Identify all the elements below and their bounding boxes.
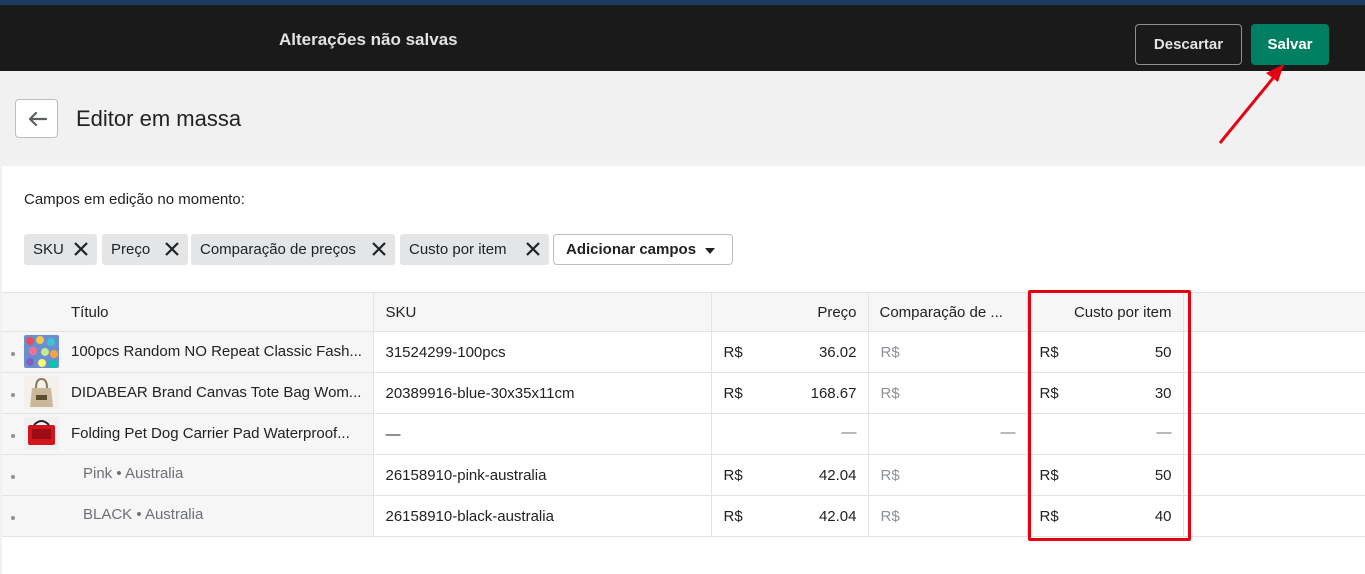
product-thumbnail [24,335,59,368]
variant-title-cell: BLACK • Australia [2,495,374,537]
column-header-sku: SKU [373,292,712,332]
compare-price-cell[interactable]: R$ [868,454,1028,496]
save-button[interactable]: Salvar [1251,24,1329,65]
product-title-cell: DIDABEAR Brand Canvas Tote Bag Wom... [2,372,374,414]
remove-field-icon[interactable] [371,241,387,257]
price-value: 36.02 [818,344,857,361]
unsaved-changes-bar: Alterações não salvas Descartar Salvar [0,0,1365,71]
compare-price-cell[interactable]: — [868,413,1028,455]
column-header-compare-price: Comparação de ... [868,292,1028,332]
page-title: Editor em massa [76,106,242,131]
back-button[interactable] [15,99,58,138]
field-tag-sku: SKU [24,234,97,265]
empty-value: — [841,424,857,441]
remove-field-icon[interactable] [164,241,180,257]
add-fields-label: Adicionar campos [566,241,697,258]
product-thumbnail [24,376,59,409]
currency-label: R$ [723,344,743,361]
price-cell[interactable]: R$ 168.67 [711,372,869,414]
unsaved-changes-title: Alterações não salvas [279,30,458,49]
product-title[interactable]: Folding Pet Dog Carrier Pad Waterproof..… [71,425,366,442]
field-tag-compare-price: Comparação de preços [191,234,395,265]
compare-price-cell[interactable]: R$ [868,372,1028,414]
price-cell[interactable]: R$ 42.04 [711,495,869,537]
product-title-cell: Folding Pet Dog Carrier Pad Waterproof..… [2,413,374,455]
cost-column-highlight [1028,290,1191,541]
currency-label: R$ [880,385,900,402]
product-title[interactable]: 100pcs Random NO Repeat Classic Fash... [71,343,366,360]
field-tag-label: Custo por item [409,241,507,258]
compare-price-cell[interactable]: R$ [868,495,1028,537]
caret-down-icon [705,248,715,254]
currency-label: R$ [723,508,743,525]
field-tag-label: Comparação de preços [200,241,356,258]
product-title-cell: 100pcs Random NO Repeat Classic Fash... [2,331,374,373]
discard-button[interactable]: Descartar [1135,24,1242,65]
currency-label: R$ [880,467,900,484]
price-value: 168.67 [810,385,857,402]
annotation-arrow-icon [1218,64,1284,144]
variant-title[interactable]: BLACK • Australia [83,506,203,523]
currency-label: R$ [880,344,900,361]
sku-cell[interactable]: — [373,413,712,455]
remove-field-icon[interactable] [525,241,541,257]
variant-title-cell: Pink • Australia [2,454,374,496]
field-tag-label: SKU [33,241,64,258]
sku-cell[interactable]: 26158910-black-australia [373,495,712,537]
price-cell[interactable]: R$ 42.04 [711,454,869,496]
currency-label: R$ [723,385,743,402]
compare-price-cell[interactable]: R$ [868,331,1028,373]
add-fields-dropdown[interactable]: Adicionar campos [553,234,733,265]
column-header-title: Título [2,292,374,332]
currency-label: R$ [880,508,900,525]
field-tag-cost: Custo por item [400,234,549,265]
sku-cell[interactable]: 31524299-100pcs [373,331,712,373]
currency-label: R$ [723,467,743,484]
product-title[interactable]: DIDABEAR Brand Canvas Tote Bag Wom... [71,384,366,401]
sku-cell[interactable]: 26158910-pink-australia [373,454,712,496]
field-tag-label: Preço [111,241,151,258]
price-value: 42.04 [818,467,857,484]
price-cell[interactable]: R$ 36.02 [711,331,869,373]
product-thumbnail [24,417,59,450]
remove-field-icon[interactable] [73,241,89,257]
price-value: 42.04 [818,508,857,525]
field-tag-price: Preço [102,234,188,265]
editing-fields-label: Campos em edição no momento: [24,191,245,208]
arrow-left-icon [28,111,47,126]
column-header-price: Preço [711,292,869,332]
price-cell[interactable]: — [711,413,869,455]
variant-title[interactable]: Pink • Australia [83,465,183,482]
sku-cell[interactable]: 20389916-blue-30x35x11cm [373,372,712,414]
empty-value: — [1000,424,1016,441]
